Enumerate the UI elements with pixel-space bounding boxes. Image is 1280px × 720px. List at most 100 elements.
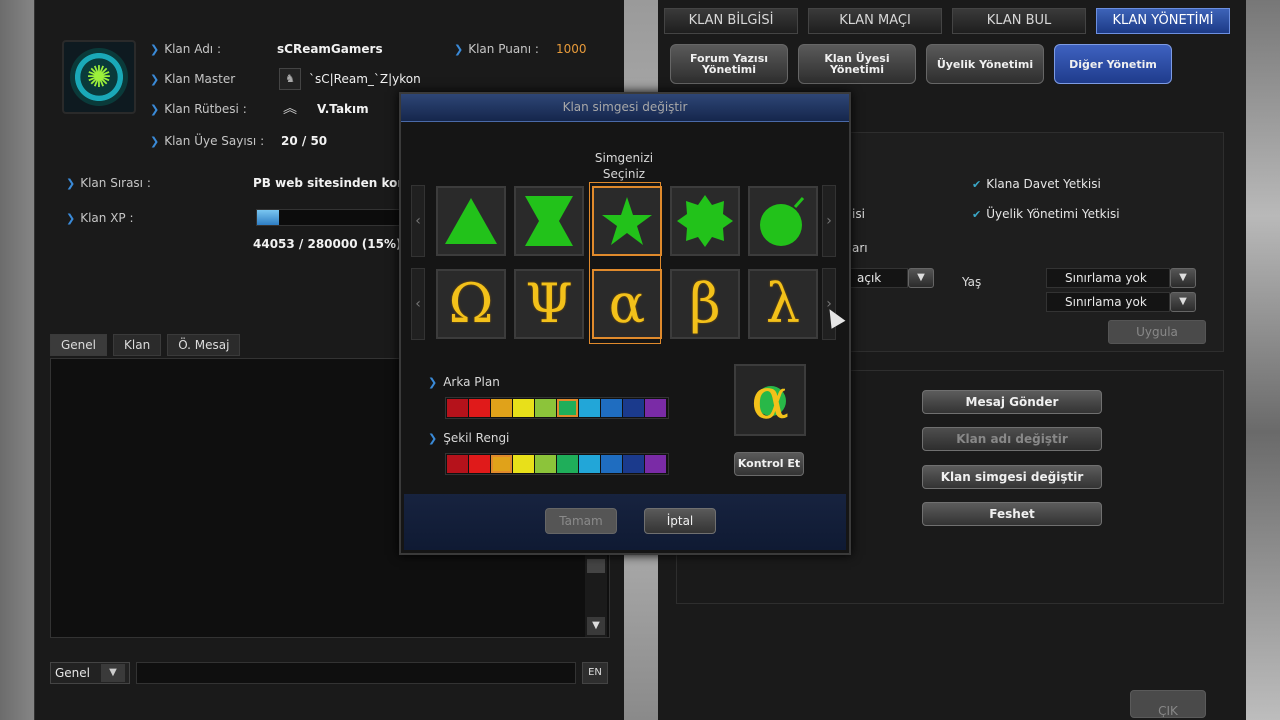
management-subtabs: Forum Yazısı Yönetimi Klan Üyesi Yönetim…: [670, 44, 1172, 84]
symbol-beta[interactable]: β: [670, 269, 740, 339]
clan-xp-label: Klan XP :: [66, 211, 133, 225]
shape-color-swatch[interactable]: [491, 455, 512, 473]
next-arrow-icon[interactable]: ›: [822, 185, 836, 257]
chevron-down-icon[interactable]: ▼: [1170, 268, 1196, 288]
background-color-swatch[interactable]: [513, 399, 534, 417]
background-palette: [445, 397, 669, 419]
symbol-hourglass[interactable]: [514, 186, 584, 256]
clan-members-value: 20 / 50: [281, 134, 328, 148]
clan-name-value: sCReamGamers: [277, 42, 383, 56]
prev-arrow-icon[interactable]: ‹: [411, 268, 425, 340]
hourglass-icon: [525, 196, 573, 246]
background-color-swatch[interactable]: [601, 399, 622, 417]
background-color-swatch[interactable]: [447, 399, 468, 417]
chat-tab-general[interactable]: Genel: [50, 334, 108, 356]
clan-xp-bar: [256, 209, 406, 226]
chat-input-bar: Genel ▼ EN: [50, 662, 608, 684]
symbol-burst[interactable]: [670, 186, 740, 256]
main-tabs: KLAN BİLGİSİ KLAN MAÇI KLAN BUL KLAN YÖN…: [664, 8, 1230, 34]
tab-clan-management[interactable]: KLAN YÖNETİMİ: [1096, 8, 1230, 34]
background-color-swatch[interactable]: [623, 399, 644, 417]
clan-rank-label: Klan Rütbesi :: [150, 102, 247, 116]
subtab-forum[interactable]: Forum Yazısı Yönetimi: [670, 44, 788, 84]
background-color-swatch[interactable]: [491, 399, 512, 417]
chat-tab-private[interactable]: Ö. Mesaj: [167, 334, 241, 356]
symbol-bomb[interactable]: [748, 186, 818, 256]
background-color-swatch[interactable]: [535, 399, 556, 417]
cancel-button[interactable]: İptal: [644, 508, 716, 534]
perm-partial-text-2: arı: [852, 241, 868, 255]
subtab-other[interactable]: Diğer Yönetim: [1054, 44, 1172, 84]
shape-color-swatch[interactable]: [579, 455, 600, 473]
age-limit-select-1[interactable]: Sınırlama yok: [1046, 268, 1170, 288]
clan-order-label: Klan Sırası :: [66, 176, 151, 190]
subtab-members[interactable]: Klan Üyesi Yönetimi: [798, 44, 916, 84]
background-color-swatch[interactable]: [469, 399, 490, 417]
background-color-swatch[interactable]: [579, 399, 600, 417]
dialog-footer: [404, 494, 846, 550]
clan-order-value: PB web sitesinden kontr: [253, 176, 399, 190]
shape-color-swatch[interactable]: [623, 455, 644, 473]
scroll-down-icon[interactable]: ▼: [587, 617, 605, 635]
shape-color-swatch[interactable]: [645, 455, 666, 473]
next-arrow-icon[interactable]: ›: [822, 268, 836, 340]
background-color-swatch[interactable]: [645, 399, 666, 417]
symbol-omega[interactable]: Ω: [436, 269, 506, 339]
check-button[interactable]: Kontrol Et: [734, 452, 804, 476]
age-label: Yaş: [962, 275, 982, 289]
tab-clan-info[interactable]: KLAN BİLGİSİ: [664, 8, 798, 34]
chevron-down-icon[interactable]: ▼: [101, 664, 125, 682]
age-limit-select-2[interactable]: Sınırlama yok: [1046, 292, 1170, 312]
bomb-icon: [760, 197, 805, 246]
tab-find-clan[interactable]: KLAN BUL: [952, 8, 1086, 34]
tab-clan-match[interactable]: KLAN MAÇI: [808, 8, 942, 34]
clan-rank-value: V.Takım: [317, 102, 369, 116]
symbol-psi[interactable]: Ψ: [514, 269, 584, 339]
clan-master-value: `sC|Ream_`Z|ykon: [309, 72, 421, 86]
dialog-title: Klan simgesi değiştir: [401, 94, 849, 122]
clan-xp-fill: [257, 210, 280, 225]
language-button[interactable]: EN: [582, 662, 608, 684]
shape-color-label: Şekil Rengi: [428, 431, 509, 445]
perm-invite[interactable]: Klana Davet Yetkisi: [972, 177, 1101, 191]
background-color-swatch[interactable]: [557, 399, 578, 417]
disband-button[interactable]: Feshet: [922, 502, 1102, 526]
change-emblem-button[interactable]: Klan simgesi değiştir: [922, 465, 1102, 489]
clan-xp-value: 44053 / 280000 (15%): [253, 237, 402, 251]
chat-channel-select[interactable]: Genel ▼: [50, 662, 130, 684]
ok-button[interactable]: Tamam: [545, 508, 617, 534]
chevron-down-icon[interactable]: ▼: [908, 268, 934, 288]
scroll-thumb[interactable]: [587, 559, 605, 573]
triangle-icon: [445, 198, 497, 244]
shape-color-swatch[interactable]: [447, 455, 468, 473]
symbol-triangle[interactable]: [436, 186, 506, 256]
symbol-lambda[interactable]: λ: [748, 269, 818, 339]
clan-master-label: Klan Master: [150, 72, 235, 86]
perm-partial-text: isi: [852, 207, 865, 221]
chat-input[interactable]: [136, 662, 576, 684]
lambda-icon: λ: [765, 272, 801, 335]
dragon-emblem-icon: ✺: [70, 48, 128, 106]
apply-button[interactable]: Uygula: [1108, 320, 1206, 344]
master-rank-icon: ♞: [279, 68, 301, 90]
subtab-membership[interactable]: Üyelik Yönetimi: [926, 44, 1044, 84]
emblem-preview: α: [734, 364, 806, 436]
clan-points-value: 1000: [556, 42, 587, 56]
shape-color-swatch[interactable]: [469, 455, 490, 473]
open-select[interactable]: açık: [848, 268, 908, 288]
rename-clan-button[interactable]: Klan adı değiştir: [922, 427, 1102, 451]
chevron-down-icon[interactable]: ▼: [1170, 292, 1196, 312]
clan-points-label: Klan Puanı :: [454, 42, 539, 56]
shape-color-swatch[interactable]: [535, 455, 556, 473]
shape-color-palette: [445, 453, 669, 475]
beta-icon: β: [689, 272, 721, 335]
shape-color-swatch[interactable]: [557, 455, 578, 473]
perm-membership[interactable]: Üyelik Yönetimi Yetkisi: [972, 207, 1119, 221]
chat-tab-clan[interactable]: Klan: [113, 334, 162, 356]
shape-color-swatch[interactable]: [513, 455, 534, 473]
exit-button[interactable]: ÇIK: [1130, 690, 1206, 718]
send-message-button[interactable]: Mesaj Gönder: [922, 390, 1102, 414]
clan-name-label: Klan Adı :: [150, 42, 221, 56]
shape-color-swatch[interactable]: [601, 455, 622, 473]
prev-arrow-icon[interactable]: ‹: [411, 185, 425, 257]
